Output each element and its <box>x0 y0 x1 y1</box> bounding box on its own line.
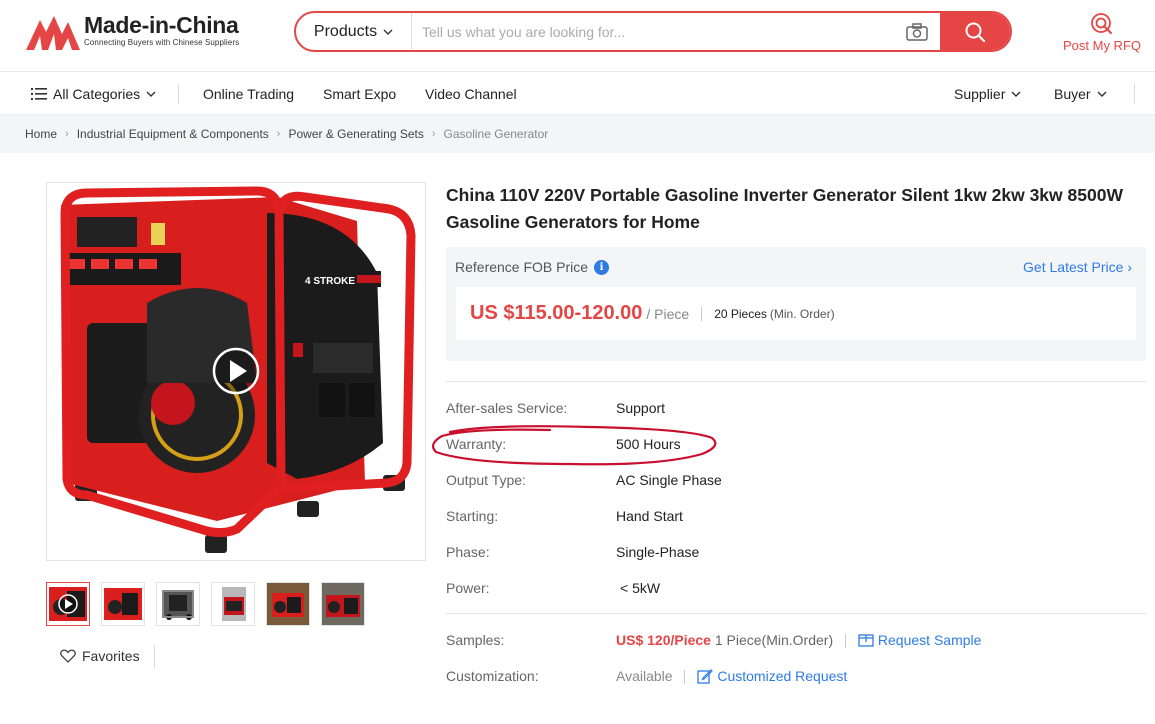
search-input[interactable] <box>412 13 894 50</box>
attribute-value: 500 Hours <box>616 436 681 452</box>
customization-key: Customization: <box>446 668 539 684</box>
attribute-value: Hand Start <box>616 508 683 524</box>
favorites-button[interactable]: Favorites <box>60 648 140 664</box>
nav-online-trading[interactable]: Online Trading <box>203 73 294 115</box>
request-sample-label: Request Sample <box>877 632 982 648</box>
buyer-menu[interactable]: Buyer <box>1054 73 1107 115</box>
package-icon <box>858 634 874 647</box>
breadcrumb-home[interactable]: Home <box>25 127 57 141</box>
chevron-right-icon: › <box>1127 259 1132 275</box>
rfq-icon <box>1091 13 1112 34</box>
site-logo[interactable]: Made-in-China Connecting Buyers with Chi… <box>26 12 239 54</box>
customized-request-label: Customized Request <box>717 668 848 684</box>
site-header: Made-in-China Connecting Buyers with Chi… <box>0 0 1155 72</box>
supplier-label: Supplier <box>954 86 1006 102</box>
attribute-key: Warranty: <box>446 436 507 452</box>
price-value: US $115.00-120.00 <box>470 302 643 324</box>
samples-price: US$ 120/Piece <box>616 632 711 648</box>
customization-row: Customization: Available Customized Requ… <box>446 668 1146 688</box>
moq-value: 20 Pieces <box>714 306 767 321</box>
rfq-label: Post My RFQ <box>1062 38 1141 53</box>
samples-note: 1 Piece(Min.Order) <box>714 632 834 648</box>
post-rfq-button[interactable]: Post My RFQ <box>1056 12 1148 53</box>
price-row: US $115.00-120.00 / Piece 20 Pieces (Min… <box>456 287 1136 340</box>
attribute-value: Support <box>616 400 666 416</box>
attribute-key: Output Type: <box>446 472 526 488</box>
attribute-value: Single-Phase <box>616 544 700 560</box>
engine-label: 4 STROKE <box>305 276 355 287</box>
samples-row: Samples: US$ 120/Piece 1 Piece(Min.Order… <box>446 632 1146 652</box>
thumbnail-2[interactable] <box>101 582 145 626</box>
customized-request-link[interactable]: Customized Request <box>697 668 847 684</box>
breadcrumb-current: Gasoline Generator <box>443 127 549 141</box>
camera-icon[interactable] <box>894 13 940 50</box>
attribute-value: AC Single Phase <box>616 472 722 488</box>
nav-video-channel[interactable]: Video Channel <box>425 73 517 115</box>
thumbnail-4[interactable] <box>211 582 255 626</box>
thumbnail-strip <box>46 582 365 626</box>
edit-icon <box>697 669 714 684</box>
nav-smart-expo[interactable]: Smart Expo <box>323 73 396 115</box>
supplier-menu[interactable]: Supplier <box>954 73 1021 115</box>
customization-status: Available <box>616 668 673 684</box>
heart-icon <box>60 649 76 663</box>
attribute-key: Starting: <box>446 508 499 524</box>
price-unit: / Piece <box>646 305 690 322</box>
price-panel: Reference FOB Price i Get Latest Price ›… <box>446 247 1146 361</box>
breadcrumb-power[interactable]: Power & Generating Sets <box>288 127 423 141</box>
get-latest-price-label: Get Latest Price <box>1023 259 1124 275</box>
list-icon <box>31 88 47 100</box>
search-button[interactable] <box>940 13 1010 50</box>
search-category-select[interactable]: Products <box>296 13 412 50</box>
chevron-right-icon: › <box>276 128 281 140</box>
chevron-down-icon <box>1011 91 1021 97</box>
main-nav: All Categories Online Trading Smart Expo… <box>0 73 1155 115</box>
product-main-image[interactable]: 4 STROKE <box>46 182 426 561</box>
breadcrumb-industrial[interactable]: Industrial Equipment & Components <box>77 127 269 141</box>
thumbnail-3[interactable] <box>156 582 200 626</box>
price-label: Reference FOB Price <box>455 259 589 275</box>
attribute-value: < 5kW <box>620 580 661 596</box>
logo-title: Made-in-China <box>84 12 239 38</box>
chevron-right-icon: › <box>65 128 69 140</box>
moq-note: (Min. Order) <box>769 306 835 321</box>
logo-subtitle: Connecting Buyers with Chinese Suppliers <box>84 38 240 47</box>
chevron-right-icon: › <box>431 128 436 140</box>
all-categories-label: All Categories <box>53 86 141 102</box>
favorites-label: Favorites <box>82 648 140 664</box>
chevron-down-icon <box>1097 91 1107 97</box>
thumbnail-6[interactable] <box>321 582 365 626</box>
request-sample-link[interactable]: Request Sample <box>858 632 982 648</box>
buyer-label: Buyer <box>1054 86 1091 102</box>
chevron-down-icon <box>146 91 156 97</box>
attribute-key: Power: <box>446 580 490 596</box>
attribute-key: After-sales Service: <box>446 400 568 416</box>
search-bar: Products <box>294 11 1012 52</box>
all-categories-menu[interactable]: All Categories <box>31 73 156 115</box>
attribute-key: Phase: <box>446 544 490 560</box>
breadcrumb: Home › Industrial Equipment & Components… <box>0 115 1155 153</box>
info-icon[interactable]: i <box>594 259 610 275</box>
search-category-label: Products <box>313 22 378 40</box>
chevron-down-icon <box>383 29 393 35</box>
search-icon <box>965 22 986 42</box>
logo-mark-icon <box>26 12 80 52</box>
thumbnail-video[interactable] <box>46 582 90 626</box>
thumbnail-5[interactable] <box>266 582 310 626</box>
samples-key: Samples: <box>446 632 505 648</box>
price-label-row: Reference FOB Price i <box>455 259 610 275</box>
product-title: China 110V 220V Portable Gasoline Invert… <box>446 185 1123 232</box>
get-latest-price-link[interactable]: Get Latest Price › <box>1023 259 1132 275</box>
